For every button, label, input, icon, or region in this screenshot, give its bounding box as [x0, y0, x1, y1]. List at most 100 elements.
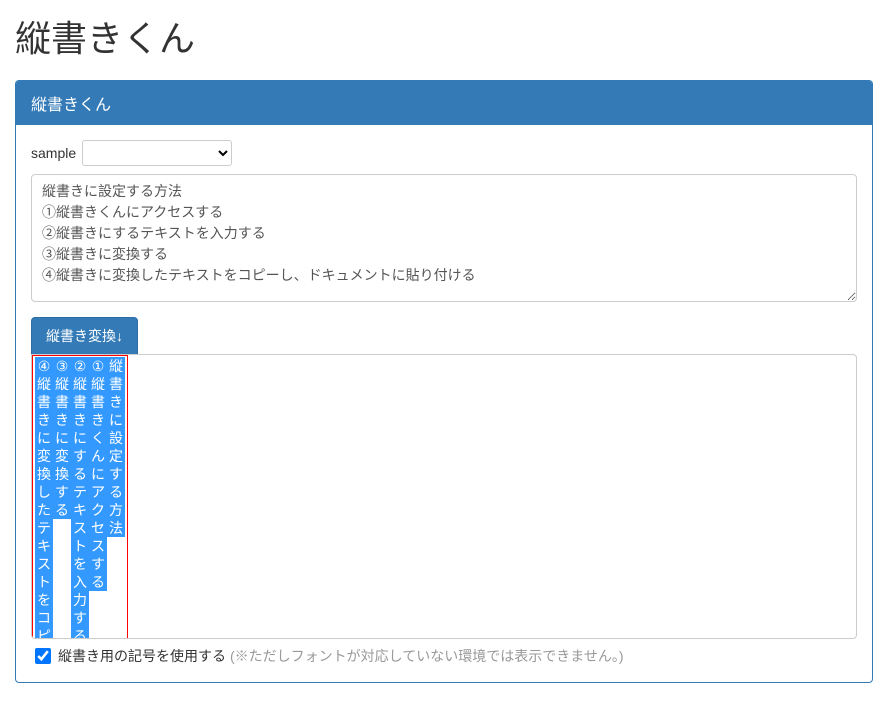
symbols-checkbox-label: 縦書き用の記号を使用する: [58, 646, 226, 666]
vertical-char: ト: [35, 573, 53, 591]
vertical-char: 書: [35, 393, 53, 411]
vertical-char: る: [89, 573, 107, 591]
vertical-char: 書: [53, 393, 71, 411]
vertical-char: ④: [35, 357, 53, 375]
vertical-char: く: [89, 429, 107, 447]
vertical-char: [89, 627, 107, 639]
vertical-char: [89, 591, 107, 609]
vertical-char: き: [89, 411, 107, 429]
vertical-char: に: [53, 429, 71, 447]
vertical-char: る: [71, 627, 89, 639]
vertical-char: ス: [89, 537, 107, 555]
vertical-char: ②: [71, 357, 89, 375]
vertical-char: [107, 627, 125, 639]
vertical-char: に: [71, 429, 89, 447]
vertical-char: す: [53, 483, 71, 501]
vertical-char: す: [71, 609, 89, 627]
vertical-char: き: [53, 411, 71, 429]
vertical-char: セ: [89, 519, 107, 537]
vertical-char: 変: [35, 447, 53, 465]
vertical-char: [107, 609, 125, 627]
vertical-char: る: [71, 465, 89, 483]
convert-button[interactable]: 縦書き変換↓: [31, 317, 138, 355]
vertical-char: ト: [71, 537, 89, 555]
vertical-char: テ: [71, 483, 89, 501]
vertical-column: ④縦書きに変換したテキストをコピ: [35, 357, 53, 639]
vertical-char: [53, 537, 71, 555]
vertical-text-area: 縦書きに設定する方法 ①縦書きくんにアクセスする ②縦書きにするテキストを入力す…: [35, 357, 125, 639]
sample-select[interactable]: [82, 140, 232, 166]
vertical-column: ③縦書きに変換する: [53, 357, 71, 639]
output-inner: 縦書きに設定する方法 ①縦書きくんにアクセスする ②縦書きにするテキストを入力す…: [32, 355, 128, 639]
vertical-char: 縦: [71, 375, 89, 393]
output-box[interactable]: 縦書きに設定する方法 ①縦書きくんにアクセスする ②縦書きにするテキストを入力す…: [31, 354, 857, 639]
vertical-char: ス: [71, 519, 89, 537]
vertical-char: に: [35, 429, 53, 447]
vertical-char: に: [107, 411, 125, 429]
vertical-char: た: [35, 501, 53, 519]
vertical-char: 変: [53, 447, 71, 465]
vertical-char: を: [35, 591, 53, 609]
symbols-checkbox-note: (※ただしフォントが対応していない環境では表示できません。): [230, 646, 623, 666]
vertical-char: き: [107, 393, 125, 411]
vertical-char: [53, 627, 71, 639]
vertical-char: 縦: [53, 375, 71, 393]
vertical-char: 縦: [107, 357, 125, 375]
vertical-column: ②縦書きにするテキストを入力する: [71, 357, 89, 639]
vertical-char: [107, 573, 125, 591]
panel-heading: 縦書きくん: [16, 81, 872, 125]
vertical-char: ③: [53, 357, 71, 375]
vertical-char: 力: [71, 591, 89, 609]
vertical-char: 設: [107, 429, 125, 447]
vertical-char: ①: [89, 357, 107, 375]
vertical-char: 書: [107, 375, 125, 393]
vertical-char: 換: [53, 465, 71, 483]
vertical-char: キ: [71, 501, 89, 519]
vertical-char: 定: [107, 447, 125, 465]
vertical-char: ん: [89, 447, 107, 465]
vertical-column: ①縦書きくんにアクセスする: [89, 357, 107, 639]
vertical-char: テ: [35, 519, 53, 537]
vertical-char: に: [89, 465, 107, 483]
main-panel: 縦書きくん sample 縦書き変換↓ 縦書きに設定する方法 ①縦書きくんにアク…: [15, 80, 873, 683]
vertical-char: す: [107, 465, 125, 483]
vertical-char: ア: [89, 483, 107, 501]
symbols-checkbox-row: 縦書き用の記号を使用する (※ただしフォントが対応していない環境では表示できませ…: [31, 645, 857, 667]
vertical-char: 縦: [35, 375, 53, 393]
vertical-char: [107, 591, 125, 609]
vertical-char: す: [89, 555, 107, 573]
vertical-char: [53, 591, 71, 609]
vertical-char: [53, 555, 71, 573]
vertical-char: [53, 519, 71, 537]
vertical-char: る: [107, 483, 125, 501]
vertical-char: る: [53, 501, 71, 519]
vertical-char: し: [35, 483, 53, 501]
vertical-char: 換: [35, 465, 53, 483]
vertical-char: き: [71, 411, 89, 429]
vertical-char: ク: [89, 501, 107, 519]
vertical-char: キ: [35, 537, 53, 555]
vertical-char: 方: [107, 501, 125, 519]
sample-label: sample: [31, 145, 76, 161]
vertical-char: 法: [107, 519, 125, 537]
vertical-char: [53, 573, 71, 591]
vertical-char: 縦: [89, 375, 107, 393]
vertical-char: [107, 537, 125, 555]
vertical-char: す: [71, 447, 89, 465]
vertical-char: [53, 609, 71, 627]
panel-body: sample 縦書き変換↓ 縦書きに設定する方法 ①縦書きくんにアクセスする ②…: [16, 125, 872, 682]
vertical-char: [107, 555, 125, 573]
input-textarea[interactable]: [31, 174, 857, 302]
vertical-char: ピ: [35, 627, 53, 639]
vertical-char: [89, 609, 107, 627]
symbols-checkbox[interactable]: [35, 648, 51, 664]
vertical-char: き: [35, 411, 53, 429]
vertical-char: を: [71, 555, 89, 573]
vertical-char: コ: [35, 609, 53, 627]
vertical-column: 縦書きに設定する方法: [107, 357, 125, 639]
sample-row: sample: [31, 140, 857, 166]
page-title: 縦書きくん: [15, 10, 873, 62]
vertical-char: 書: [71, 393, 89, 411]
vertical-char: 入: [71, 573, 89, 591]
vertical-char: ス: [35, 555, 53, 573]
